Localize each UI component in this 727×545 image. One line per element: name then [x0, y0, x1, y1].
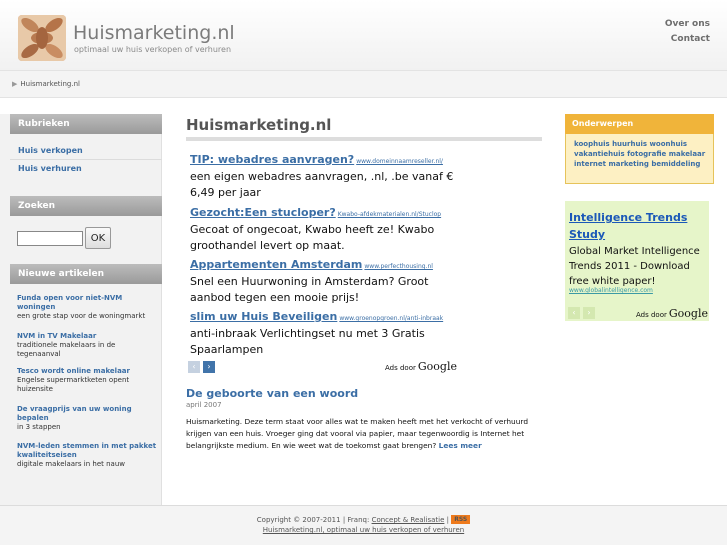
- search-input[interactable]: [17, 231, 83, 246]
- breadcrumb-arrow-icon: ▶: [12, 80, 18, 88]
- footer-separator: |: [446, 516, 449, 524]
- site-header: Huismarketing.nl optimaal uw huis verkop…: [0, 0, 727, 70]
- sidebar-article: De vraagprijs van uw woning bepalen in 3…: [17, 405, 159, 432]
- ads-by-label: Ads door: [385, 364, 416, 372]
- article-desc: een grote stap voor de woningmarkt: [17, 312, 146, 320]
- onderwerpen-heading: Onderwerpen: [565, 114, 714, 134]
- article-link[interactable]: Funda open voor niet-NVM woningen: [17, 294, 159, 312]
- side-ad-text: Global Market Intelligence Trends 2011 -…: [569, 246, 700, 287]
- onderwerpen-box: Onderwerpen koophuis huurhuis woonhuis v…: [565, 114, 714, 184]
- tag-link[interactable]: bemiddeling: [651, 160, 700, 168]
- ads-prev-icon[interactable]: ‹: [188, 361, 200, 373]
- article-link[interactable]: De vraagprijs van uw woning bepalen: [17, 405, 159, 423]
- article-link[interactable]: Tesco wordt online makelaar: [17, 367, 159, 376]
- tag-link[interactable]: huurhuis: [612, 140, 647, 148]
- tag-link[interactable]: internet: [574, 160, 606, 168]
- ad-text: Gecoat of ongecoat, Kwabo heeft ze! Kwab…: [190, 223, 435, 252]
- google-ad: slim uw Huis Beveiligen www.groenopgroen.…: [190, 307, 465, 358]
- sidebar-article: Tesco wordt online makelaar Engelse supe…: [17, 367, 159, 394]
- footer-line2: Huismarketing.nl, optimaal uw huis verko…: [0, 526, 727, 534]
- site-tagline: optimaal uw huis verkopen of verhuren: [74, 45, 232, 54]
- search-ok-button[interactable]: OK: [85, 227, 111, 249]
- article-desc: digitale makelaars in het nauw: [17, 460, 125, 468]
- article-desc: traditionele makelaars in de tegenaanval: [17, 341, 116, 358]
- post-title-link[interactable]: De geboorte van een woord: [186, 387, 358, 400]
- post-body: Huismarketing. Deze term staat voor alle…: [186, 416, 546, 452]
- ad-title-link[interactable]: Gezocht:Een stucloper?: [190, 206, 336, 219]
- tag-link[interactable]: woonhuis: [649, 140, 687, 148]
- ad-text: een eigen webadres aanvragen, .nl, .be v…: [190, 170, 454, 199]
- ad-url-link[interactable]: www.domeinnaamreseller.nl/: [356, 158, 443, 165]
- rubrieken-heading: Rubrieken: [10, 114, 162, 134]
- ad-url-link[interactable]: www.groenopgroen.nl/anti-inbraak: [339, 315, 443, 322]
- tag-link[interactable]: marketing: [608, 160, 648, 168]
- post-date: april 2007: [186, 401, 222, 409]
- logo-image[interactable]: [18, 15, 66, 61]
- sidebar-article: NVM-leden stemmen in met pakket kwalitei…: [17, 442, 159, 469]
- read-more-link[interactable]: Lees meer: [439, 441, 482, 450]
- top-nav: Over ons Contact: [665, 17, 710, 47]
- article-desc: Engelse supermarktketen opent huizensite: [17, 376, 130, 393]
- tag-link[interactable]: fotografie: [627, 150, 666, 158]
- site-footer: Copyright © 2007-2011 | Franq: Concept &…: [0, 505, 727, 545]
- page-title: Huismarketing.nl: [186, 116, 332, 134]
- ad-url-link[interactable]: www.perfecthousing.nl: [364, 263, 433, 270]
- ad-title-link[interactable]: TIP: webadres aanvragen?: [190, 153, 354, 166]
- side-ad-next-icon[interactable]: ›: [583, 307, 595, 319]
- ad-title-link[interactable]: Appartementen Amsterdam: [190, 258, 362, 271]
- ad-text: anti-inbraak Verlichtingset nu met 3 Gra…: [190, 327, 425, 356]
- breadcrumb: ▶ Huismarketing.nl: [12, 80, 80, 88]
- nav-over-ons[interactable]: Over ons: [665, 17, 710, 32]
- footer-site-link[interactable]: Huismarketing.nl, optimaal uw huis verko…: [263, 526, 464, 534]
- article-link[interactable]: NVM in TV Makelaar: [17, 332, 159, 341]
- tag-link[interactable]: vakantiehuis: [574, 150, 625, 158]
- sidebar: Rubrieken Huis verkopen Huis verhuren Zo…: [0, 114, 162, 505]
- zoeken-heading: Zoeken: [10, 196, 162, 216]
- breadcrumb-bar: ▶ Huismarketing.nl: [0, 70, 727, 98]
- sidebar-article: Funda open voor niet-NVM woningen een gr…: [17, 294, 159, 321]
- breadcrumb-current[interactable]: Huismarketing.nl: [20, 80, 80, 88]
- tag-link[interactable]: koophuis: [574, 140, 610, 148]
- tag-link[interactable]: makelaar: [669, 150, 706, 158]
- ad-text: Snel een Huurwoning in Amsterdam? Groot …: [190, 275, 429, 304]
- ad-title-link[interactable]: slim uw Huis Beveiligen: [190, 310, 337, 323]
- side-ad-prev-icon[interactable]: ‹: [568, 307, 580, 319]
- nav-contact[interactable]: Contact: [665, 32, 710, 47]
- credit-link[interactable]: Concept & Realisatie: [372, 516, 445, 524]
- sidebar-divider: [10, 159, 162, 160]
- side-ad-title-link[interactable]: Intelligence Trends Study: [569, 209, 705, 243]
- article-desc: in 3 stappen: [17, 423, 61, 431]
- google-ad: Appartementen Amsterdam www.perfecthousin…: [190, 255, 465, 306]
- google-ad: Gezocht:Een stucloper? Kwabo-afdekmateria…: [190, 203, 465, 254]
- side-ads-by-google[interactable]: Ads door Google: [636, 307, 708, 320]
- side-ad-url-link[interactable]: www.globalintelligence.com: [569, 287, 653, 294]
- rss-badge[interactable]: RSS: [451, 515, 471, 524]
- ads-by-google[interactable]: Ads door Google: [385, 360, 457, 373]
- google-ad: TIP: webadres aanvragen? www.domeinnaamre…: [190, 150, 465, 201]
- sidebar-article: NVM in TV Makelaar traditionele makelaar…: [17, 332, 159, 359]
- article-link[interactable]: NVM-leden stemmen in met pakket kwalitei…: [17, 442, 159, 460]
- ad-url-link[interactable]: Kwabo-afdekmaterialen.nl/Stuclop: [338, 211, 441, 218]
- side-ad: Intelligence Trends Study Global Market …: [565, 201, 709, 321]
- sidebar-item-huis-verkopen[interactable]: Huis verkopen: [18, 146, 83, 155]
- ads-by-label: Ads door: [636, 311, 667, 319]
- google-logo: Google: [417, 360, 457, 373]
- title-divider: [186, 137, 542, 141]
- sidebar-item-huis-verhuren[interactable]: Huis verhuren: [18, 164, 82, 173]
- ads-next-icon[interactable]: ›: [203, 361, 215, 373]
- google-logo: Google: [668, 307, 708, 320]
- site-title[interactable]: Huismarketing.nl: [73, 22, 235, 44]
- footer-copyright-line: Copyright © 2007-2011 | Franq: Concept &…: [0, 515, 727, 524]
- onderwerpen-tags: koophuis huurhuis woonhuis vakantiehuis …: [574, 139, 710, 169]
- copyright-text: Copyright © 2007-2011 | Franq:: [256, 516, 370, 524]
- nieuwe-artikelen-heading: Nieuwe artikelen: [10, 264, 162, 284]
